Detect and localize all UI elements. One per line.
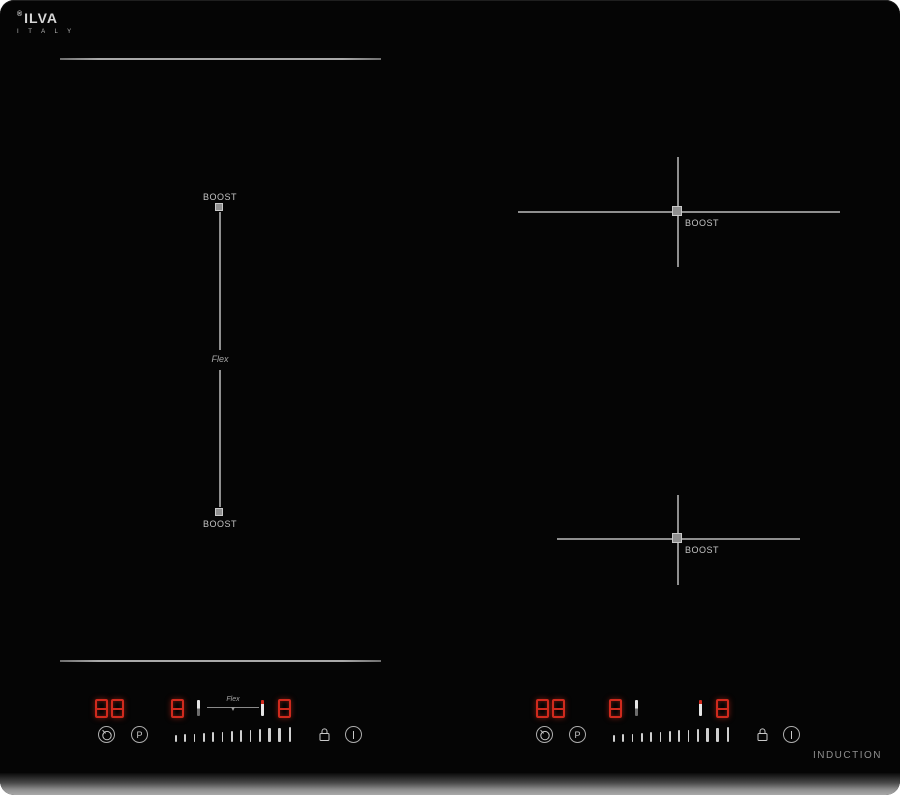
slider-tick: [288, 727, 291, 742]
slider-tick: [240, 730, 242, 742]
zone-level-display-right: [278, 699, 294, 718]
seven-segment-digit: [536, 699, 549, 718]
power-boost-key[interactable]: P: [569, 726, 586, 743]
seven-segment-digit: [111, 699, 124, 718]
flex-boost-bottom-label: BOOST: [202, 519, 237, 529]
slider-tick: [696, 729, 699, 742]
flex-boost-top-marker: [215, 203, 223, 211]
seven-segment-digit: [552, 699, 565, 718]
flex-boost-top-label: BOOST: [202, 192, 237, 202]
slider-tick: [726, 727, 729, 742]
slider-tick: [193, 733, 196, 742]
brand-wordmark: ILVA: [24, 10, 58, 26]
power-icon: [790, 730, 793, 739]
zone-upper-boost-label: BOOST: [685, 218, 720, 228]
brand-country: I T A L Y: [17, 29, 76, 35]
slider-tick: [268, 728, 271, 742]
slider-tick: [716, 727, 719, 742]
slider-tick: [278, 727, 281, 742]
power-key[interactable]: [783, 726, 800, 743]
zone-level-display-right: [716, 699, 732, 718]
flex-zone-label: Flex: [211, 354, 229, 364]
slider-tick: [659, 731, 662, 742]
timer-key[interactable]: [536, 726, 553, 743]
timer-display: [536, 699, 568, 718]
timer-icon: [539, 729, 550, 740]
slider-tick: [230, 731, 233, 742]
zone-level-display-left: [609, 699, 625, 718]
power-boost-label: P: [136, 729, 143, 740]
slider-tick: [687, 729, 690, 742]
slider-tick: [678, 730, 680, 742]
slider-tick: [650, 732, 652, 742]
front-edge-bevel: [0, 773, 900, 795]
timer-key[interactable]: [98, 726, 115, 743]
flex-boost-bottom-marker: [215, 508, 223, 516]
lock-key[interactable]: [754, 726, 771, 743]
zone-level-display-left: [171, 699, 187, 718]
seven-segment-digit: [95, 699, 108, 718]
induction-label: INDUCTION: [812, 750, 882, 761]
lock-icon: [757, 728, 768, 741]
brand-logo: ®ILVA I T A L Y: [17, 11, 75, 35]
slider-tick: [622, 734, 624, 742]
control-panel-left: Flex P: [88, 695, 378, 750]
slider-tick: [202, 733, 205, 742]
power-slider[interactable]: [175, 725, 291, 742]
cooktop-surface: ®ILVA I T A L Y BOOST Flex BOOST BOOST B…: [0, 0, 900, 795]
flex-bridge-indicator: Flex: [207, 695, 259, 715]
zone-lower-center-marker: [672, 533, 682, 543]
registered-mark-icon: ®: [17, 11, 24, 18]
slider-tick: [249, 729, 252, 742]
slider-tick: [258, 729, 261, 742]
seven-segment-digit: [609, 699, 622, 718]
flex-zone-bottom-boundary: [60, 660, 381, 662]
flex-bridge-arrow-icon: [231, 707, 235, 711]
lock-icon: [319, 728, 330, 741]
product-image: ®ILVA I T A L Y BOOST Flex BOOST BOOST B…: [0, 0, 900, 795]
timer-display: [95, 699, 127, 718]
power-icon: [352, 730, 355, 739]
power-boost-label: P: [574, 729, 581, 740]
power-key[interactable]: [345, 726, 362, 743]
slider-tick: [668, 731, 671, 742]
flex-bridge-label: Flex: [226, 696, 240, 703]
seven-segment-digit: [278, 699, 291, 718]
zone-select-marker-left: [635, 700, 638, 716]
slider-tick: [212, 732, 214, 742]
zone-select-marker-right: [261, 700, 264, 716]
slider-tick: [631, 733, 634, 742]
flex-zone-top-boundary: [60, 58, 381, 60]
flex-zone-line-lower: [219, 370, 221, 507]
lock-key[interactable]: [316, 726, 333, 743]
flex-zone-line-upper: [219, 212, 221, 350]
zone-select-marker-right: [699, 700, 702, 716]
timer-icon: [101, 729, 112, 740]
slider-tick: [613, 735, 615, 742]
slider-tick: [640, 733, 643, 742]
zone-lower-boost-label: BOOST: [685, 545, 720, 555]
seven-segment-digit: [716, 699, 729, 718]
power-slider[interactable]: [613, 725, 729, 742]
slider-tick: [221, 731, 224, 742]
zone-select-marker-left: [197, 700, 200, 716]
seven-segment-digit: [171, 699, 184, 718]
power-boost-key[interactable]: P: [131, 726, 148, 743]
slider-tick: [706, 728, 709, 742]
zone-upper-center-marker: [672, 206, 682, 216]
control-panel-right: P: [526, 695, 816, 750]
slider-tick: [184, 734, 186, 742]
slider-tick: [175, 735, 177, 742]
